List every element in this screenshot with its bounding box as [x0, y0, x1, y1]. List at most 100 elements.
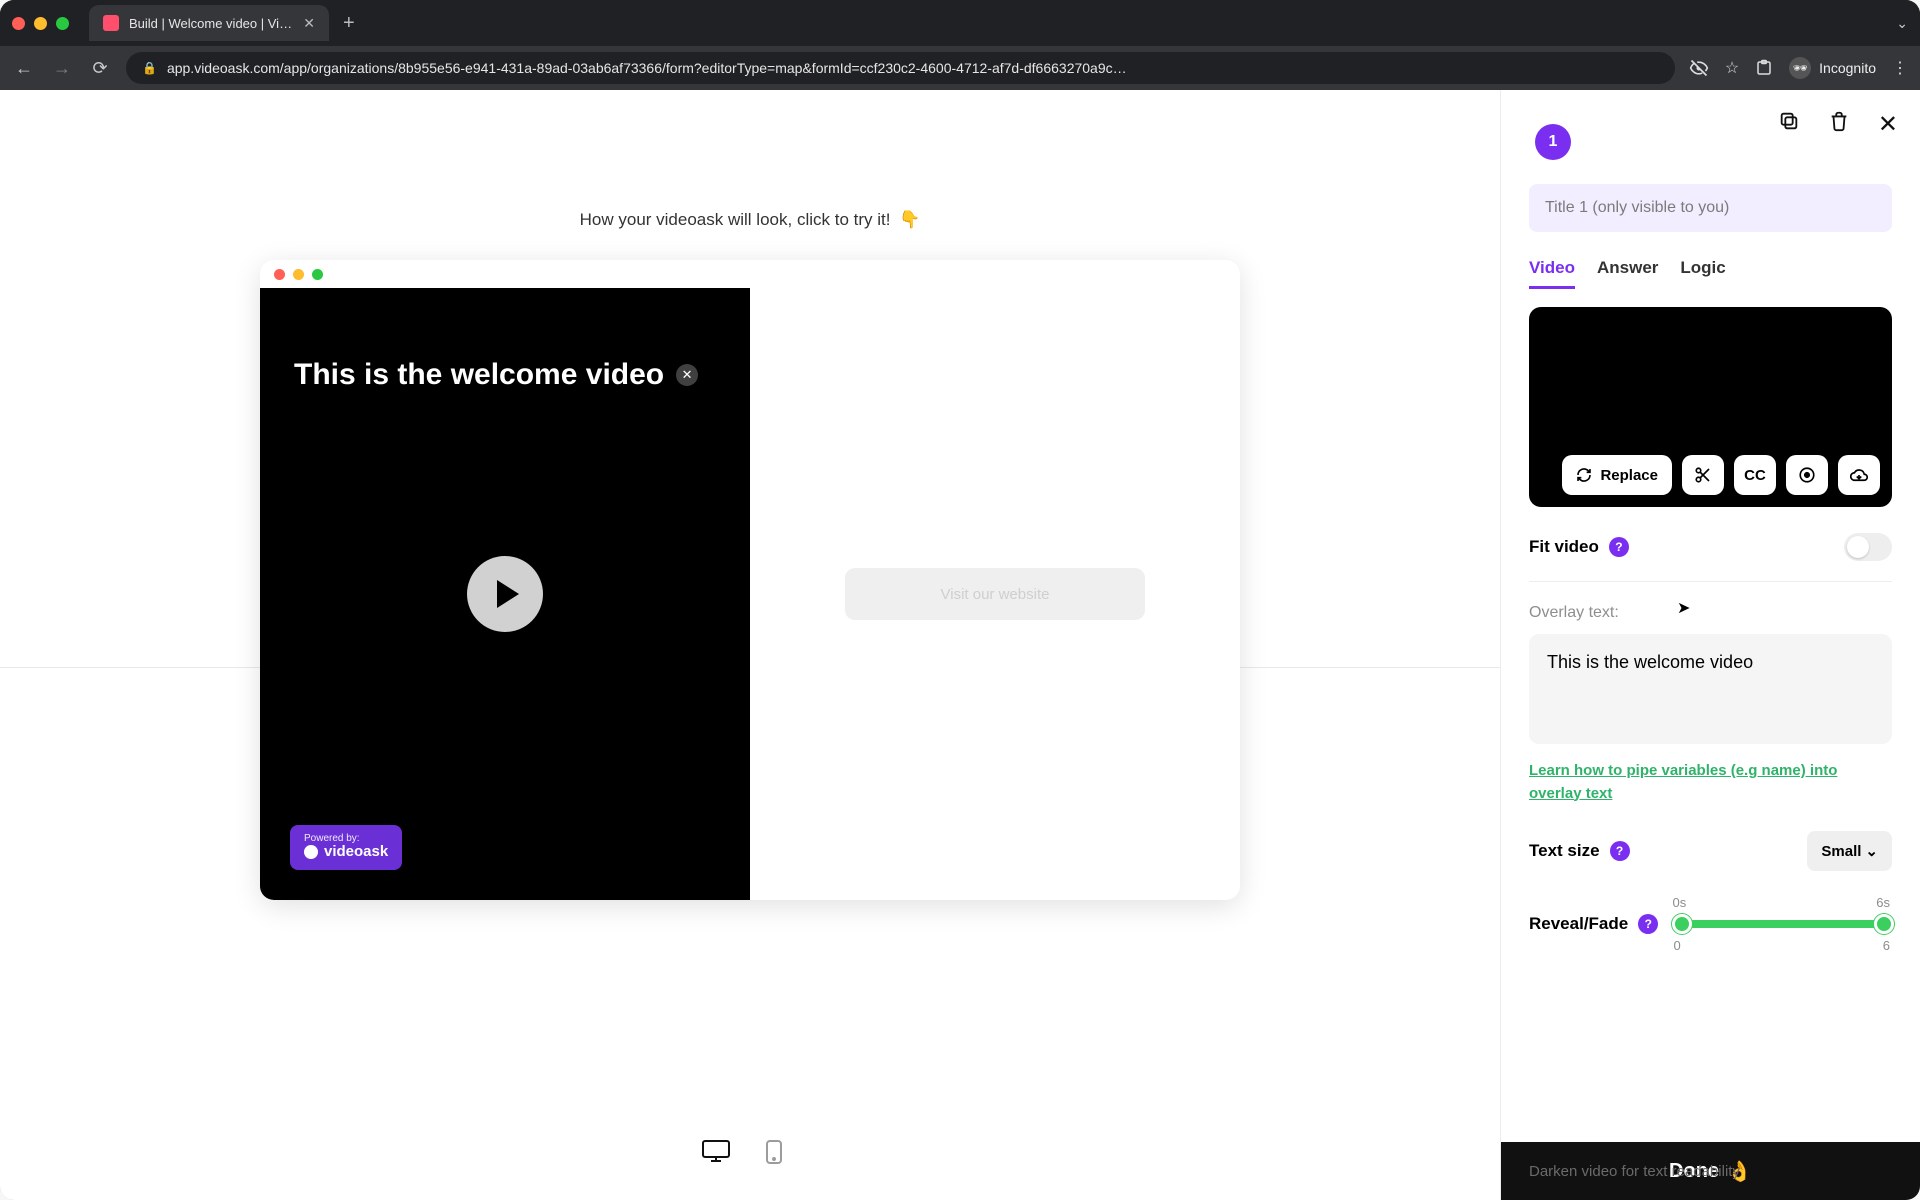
window-zoom-dot[interactable] [56, 17, 69, 30]
tab-title: Build | Welcome video | VideoA [129, 16, 293, 31]
replace-video-button[interactable]: Replace [1562, 455, 1672, 495]
incognito-icon: 🕶 [1789, 57, 1811, 79]
preview-answer-pane: Visit our website [750, 288, 1240, 900]
browser-tab-bar: Build | Welcome video | VideoA ✕ + ⌄ [0, 0, 1920, 46]
device-preview-toggle [701, 1139, 799, 1165]
incognito-label: Incognito [1819, 60, 1876, 76]
captions-button[interactable]: CC [1734, 455, 1776, 495]
browser-address-bar: ← → ⟳ 🔒 app.videoask.com/app/organizatio… [0, 46, 1920, 90]
eye-off-icon[interactable] [1689, 58, 1709, 78]
reveal-fade-section: . 0s 6s Reveal/Fade ? [1529, 895, 1892, 953]
toggle-knob [1847, 536, 1869, 558]
overlay-text-display: This is the welcome video ✕ [294, 358, 698, 392]
tab-answer[interactable]: Answer [1597, 258, 1658, 289]
step-title-placeholder: Title 1 (only visible to you) [1545, 199, 1729, 217]
preview-minimize-dot [293, 269, 304, 280]
nav-reload-icon[interactable]: ⟳ [88, 58, 112, 79]
fit-video-help-icon[interactable]: ? [1609, 537, 1629, 557]
new-tab-button[interactable]: + [337, 12, 361, 35]
reveal-fade-label: Reveal/Fade [1529, 914, 1628, 934]
preview-zoom-dot [312, 269, 323, 280]
preview-close-dot [274, 269, 285, 280]
tab-close-icon[interactable]: ✕ [303, 15, 315, 32]
delete-icon[interactable] [1828, 110, 1850, 139]
preview-caption-text: How your videoask will look, click to tr… [580, 210, 891, 229]
nav-forward-icon[interactable]: → [50, 58, 74, 79]
overlay-text-remove-icon[interactable]: ✕ [676, 364, 698, 386]
powered-by-label: Powered by: [304, 833, 388, 844]
preview-cta-label: Visit our website [941, 586, 1050, 603]
tab-logic[interactable]: Logic [1680, 258, 1725, 289]
lock-icon: 🔒 [142, 61, 157, 75]
close-panel-icon[interactable]: ✕ [1878, 110, 1898, 139]
adjust-video-button[interactable] [1786, 455, 1828, 495]
point-down-icon: 👇 [899, 210, 920, 229]
tab-favicon [103, 15, 119, 31]
step-number-badge: 1 [1535, 124, 1571, 160]
url-field[interactable]: 🔒 app.videoask.com/app/organizations/8b9… [126, 52, 1675, 84]
text-size-row: Text size ? Small ⌄ [1529, 831, 1892, 871]
powered-by-brand: videoask [324, 844, 388, 861]
overlay-text-value: This is the welcome video [294, 358, 664, 392]
cc-label: CC [1744, 467, 1766, 484]
play-icon [497, 580, 519, 608]
powered-by-badge[interactable]: Powered by: videoask [290, 825, 402, 871]
download-video-button[interactable] [1838, 455, 1880, 495]
reveal-end-top: 6s [1876, 895, 1890, 910]
videoask-logo-icon [304, 845, 318, 859]
overlay-variables-link[interactable]: Learn how to pipe variables (e.g name) i… [1529, 760, 1892, 805]
chevron-down-icon: ⌄ [1865, 842, 1878, 860]
cursor-icon: ➤ [1677, 598, 1690, 618]
canvas-area: How your videoask will look, click to tr… [0, 90, 1500, 1200]
preview-caption: How your videoask will look, click to tr… [580, 210, 921, 230]
extensions-icon[interactable] [1755, 59, 1773, 77]
step-title-input[interactable]: Title 1 (only visible to you) [1529, 184, 1892, 232]
nav-back-icon[interactable]: ← [12, 58, 36, 79]
window-traffic-lights [12, 17, 69, 30]
incognito-chip[interactable]: 🕶 Incognito [1789, 57, 1876, 79]
url-text: app.videoask.com/app/organizations/8b955… [167, 60, 1659, 76]
preview-video-pane[interactable]: This is the welcome video ✕ Powered by: … [260, 288, 750, 900]
preview-window-titlebar [260, 260, 1240, 288]
text-size-help-icon[interactable]: ? [1610, 841, 1630, 861]
text-size-select[interactable]: Small ⌄ [1807, 831, 1892, 871]
panel-tabs: Video Answer Logic [1529, 258, 1892, 289]
reveal-end-bottom: 6 [1883, 938, 1890, 953]
browser-tab[interactable]: Build | Welcome video | VideoA ✕ [89, 5, 329, 41]
reveal-fade-slider[interactable] [1674, 914, 1892, 934]
slider-handle-end[interactable] [1874, 914, 1894, 934]
reveal-start-top: 0s [1673, 895, 1687, 910]
tab-overflow-icon[interactable]: ⌄ [1896, 15, 1908, 32]
preview-cta-button[interactable]: Visit our website [845, 568, 1145, 620]
mobile-preview-icon[interactable] [765, 1139, 799, 1165]
done-button[interactable]: Darken video for text readability Done 👌 [1501, 1142, 1920, 1200]
text-size-label: Text size [1529, 841, 1600, 861]
overlay-text-value: This is the welcome video [1547, 652, 1753, 672]
edit-panel: ✕ 1 Title 1 (only visible to you) Video … [1500, 90, 1920, 1200]
darken-video-label: Darken video for text readability [1529, 1163, 1740, 1180]
tab-video[interactable]: Video [1529, 258, 1575, 289]
trim-video-button[interactable] [1682, 455, 1724, 495]
reveal-start-bottom: 0 [1674, 938, 1681, 953]
divider [1529, 581, 1892, 582]
slider-handle-start[interactable] [1672, 914, 1692, 934]
fit-video-row: Fit video ? [1529, 533, 1892, 561]
reveal-fade-help-icon[interactable]: ? [1638, 914, 1658, 934]
replace-video-label: Replace [1600, 467, 1658, 484]
step-number: 1 [1549, 133, 1558, 151]
window-minimize-dot[interactable] [34, 17, 47, 30]
overlay-text-input[interactable]: This is the welcome video [1529, 634, 1892, 744]
video-thumbnail[interactable]: Replace CC [1529, 307, 1892, 507]
text-size-value: Small [1821, 843, 1861, 860]
bookmark-star-icon[interactable]: ☆ [1725, 58, 1739, 78]
window-close-dot[interactable] [12, 17, 25, 30]
fit-video-label: Fit video [1529, 537, 1599, 557]
play-button[interactable] [467, 556, 543, 632]
slider-track [1674, 920, 1892, 928]
browser-menu-icon[interactable]: ⋮ [1892, 58, 1908, 78]
duplicate-icon[interactable] [1778, 110, 1800, 139]
desktop-preview-icon[interactable] [701, 1139, 735, 1165]
fit-video-toggle[interactable] [1844, 533, 1892, 561]
preview-window[interactable]: This is the welcome video ✕ Powered by: … [260, 260, 1240, 900]
overlay-text-label: Overlay text: ➤ [1529, 604, 1892, 622]
